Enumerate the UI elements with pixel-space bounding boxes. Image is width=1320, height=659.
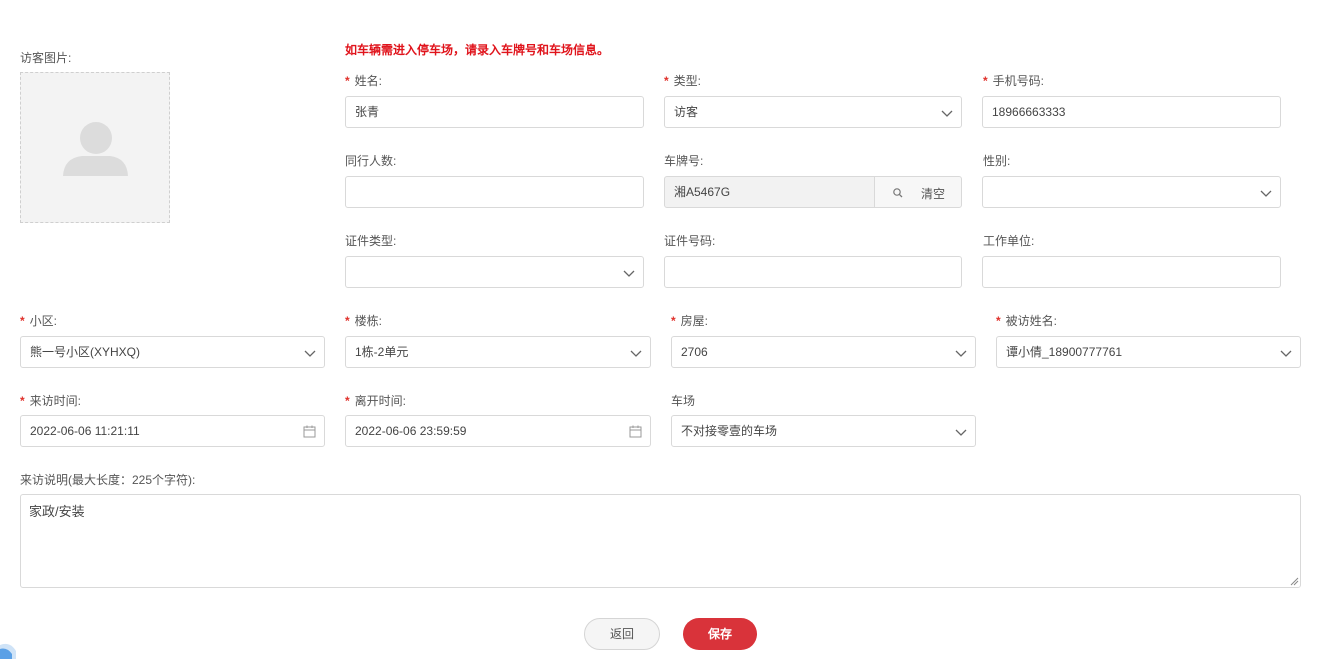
- chevron-down-icon: [304, 350, 316, 357]
- house-select[interactable]: 2706: [671, 336, 976, 368]
- id-type-select[interactable]: [345, 256, 644, 288]
- chevron-down-icon: [1260, 190, 1272, 197]
- phone-input[interactable]: 18966663333: [982, 96, 1281, 128]
- parking-select[interactable]: 不对接零壹的车场: [671, 415, 976, 447]
- chevron-down-icon: [623, 270, 635, 277]
- clear-label: 清空: [921, 187, 946, 201]
- id-number-input[interactable]: [664, 256, 962, 288]
- leave-time-value: 2022-06-06 23:59:59: [355, 424, 467, 438]
- leave-time-label: * 离开时间:: [345, 394, 407, 408]
- type-value: 访客: [674, 105, 699, 119]
- id-number-label: 证件号码:: [664, 234, 716, 248]
- search-icon: [893, 188, 903, 198]
- save-button[interactable]: 保存: [683, 618, 757, 650]
- type-label: * 类型:: [664, 74, 702, 88]
- visit-time-label: * 来访时间:: [20, 394, 82, 408]
- calendar-icon: [629, 425, 642, 438]
- community-select[interactable]: 熊一号小区(XYHXQ): [20, 336, 325, 368]
- plate-search-clear-button[interactable]: 清空: [874, 176, 962, 208]
- gender-select[interactable]: [982, 176, 1281, 208]
- community-value: 熊一号小区(XYHXQ): [30, 345, 141, 359]
- avatar-placeholder-icon: [63, 122, 128, 176]
- parking-label: 车场: [671, 394, 696, 408]
- type-select[interactable]: 访客: [664, 96, 962, 128]
- leave-time-picker[interactable]: 2022-06-06 23:59:59: [345, 415, 651, 447]
- community-label: * 小区:: [20, 314, 58, 328]
- host-value: 谭小倩_18900777761: [1006, 345, 1123, 359]
- host-label: * 被访姓名:: [996, 314, 1058, 328]
- back-button[interactable]: 返回: [584, 618, 660, 650]
- name-input[interactable]: 张青: [345, 96, 644, 128]
- id-type-label: 证件类型:: [345, 234, 397, 248]
- chevron-down-icon: [1280, 350, 1292, 357]
- host-select[interactable]: 谭小倩_18900777761: [996, 336, 1301, 368]
- visitor-photo-upload[interactable]: [20, 72, 170, 223]
- visit-time-value: 2022-06-06 11:21:11: [30, 424, 140, 438]
- companions-input[interactable]: [345, 176, 644, 208]
- chevron-down-icon: [630, 350, 642, 357]
- companions-label: 同行人数:: [345, 154, 397, 168]
- building-select[interactable]: 1栋-2单元: [345, 336, 651, 368]
- phone-label: * 手机号码:: [983, 74, 1045, 88]
- plate-input[interactable]: 湘A5467G: [664, 176, 875, 208]
- visit-time-picker[interactable]: 2022-06-06 11:21:11: [20, 415, 325, 447]
- floating-assistant-icon[interactable]: [0, 637, 20, 659]
- chevron-down-icon: [955, 350, 967, 357]
- employer-input[interactable]: [982, 256, 1281, 288]
- chevron-down-icon: [941, 110, 953, 117]
- house-value: 2706: [681, 345, 708, 359]
- description-label: 来访说明(最大长度：225个字符):: [20, 473, 196, 487]
- employer-label: 工作单位:: [983, 234, 1035, 248]
- house-label: * 房屋:: [671, 314, 709, 328]
- parking-value: 不对接零壹的车场: [681, 424, 778, 438]
- building-value: 1栋-2单元: [355, 345, 409, 359]
- description-textarea[interactable]: 家政/安装: [20, 494, 1301, 588]
- plate-label: 车牌号:: [664, 154, 704, 168]
- resize-handle-icon[interactable]: [1290, 577, 1299, 586]
- building-label: * 楼栋:: [345, 314, 383, 328]
- calendar-icon: [303, 425, 316, 438]
- name-label: * 姓名:: [345, 74, 383, 88]
- photo-label: 访客图片:: [20, 51, 72, 65]
- parking-notice: 如车辆需进入停车场，请录入车牌号和车场信息。: [345, 43, 610, 57]
- chevron-down-icon: [955, 429, 967, 436]
- gender-label: 性别:: [983, 154, 1011, 168]
